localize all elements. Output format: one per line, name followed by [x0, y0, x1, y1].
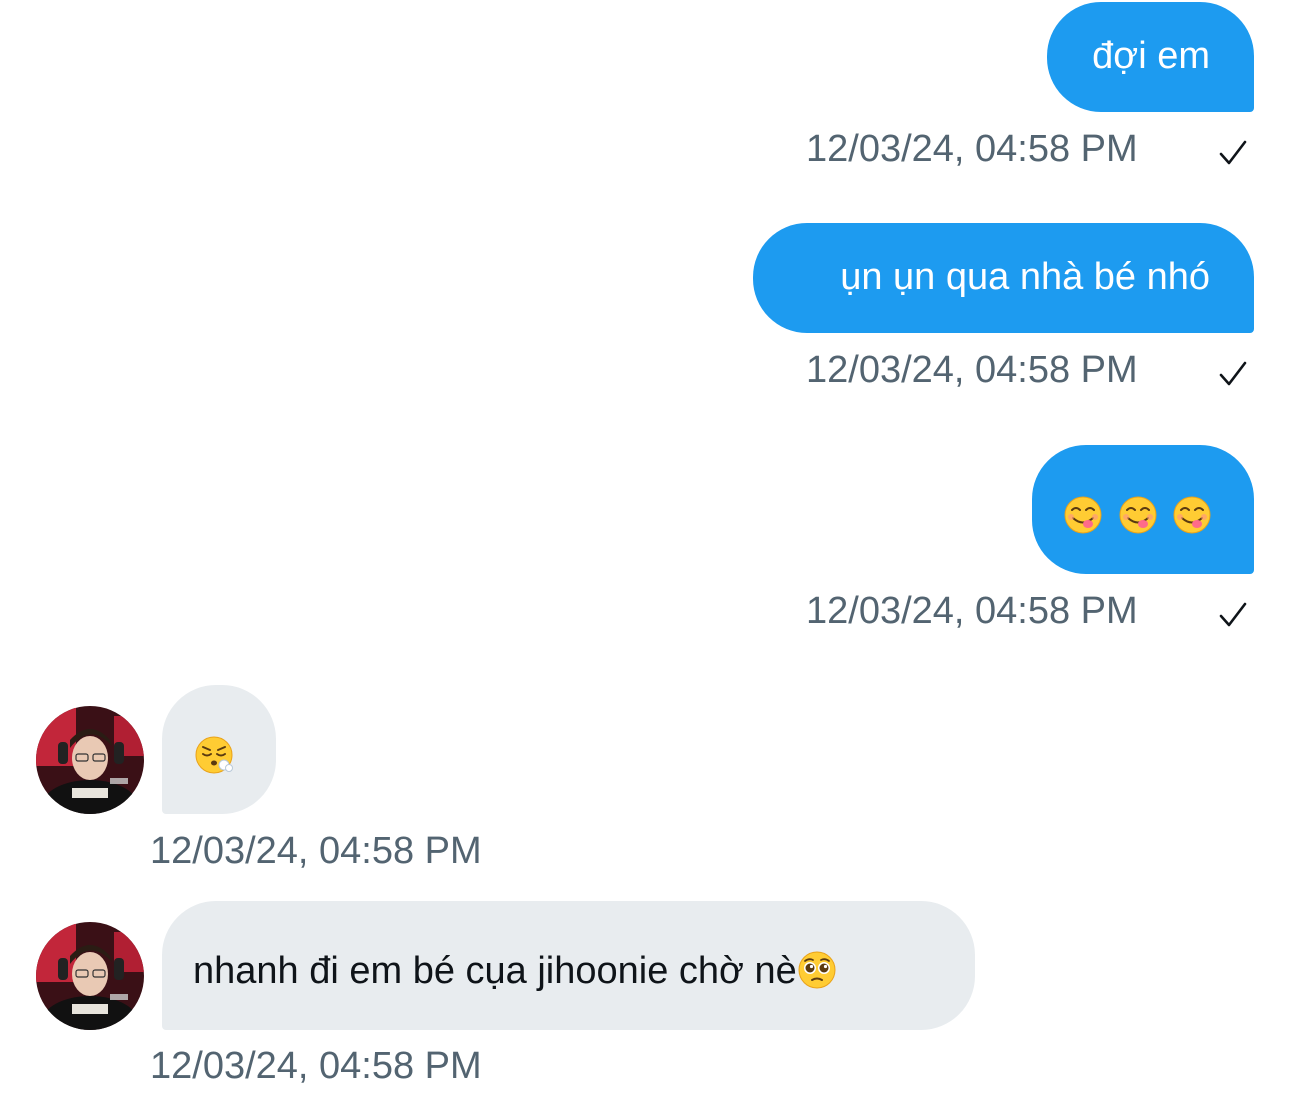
- message-incoming-2: nhanh đi em bé cụa jihoonie chờ nè 12/03…: [0, 0, 1290, 1099]
- message-text: nhanh đi em bé cụa jihoonie chờ nè: [193, 950, 797, 992]
- message-timestamp: 12/03/24, 04:58 PM: [150, 1045, 482, 1087]
- avatar-image: [36, 922, 144, 1030]
- pleading-face-emoji: [798, 951, 836, 989]
- avatar[interactable]: [36, 922, 144, 1030]
- message-bubble[interactable]: nhanh đi em bé cụa jihoonie chờ nè: [162, 901, 975, 1030]
